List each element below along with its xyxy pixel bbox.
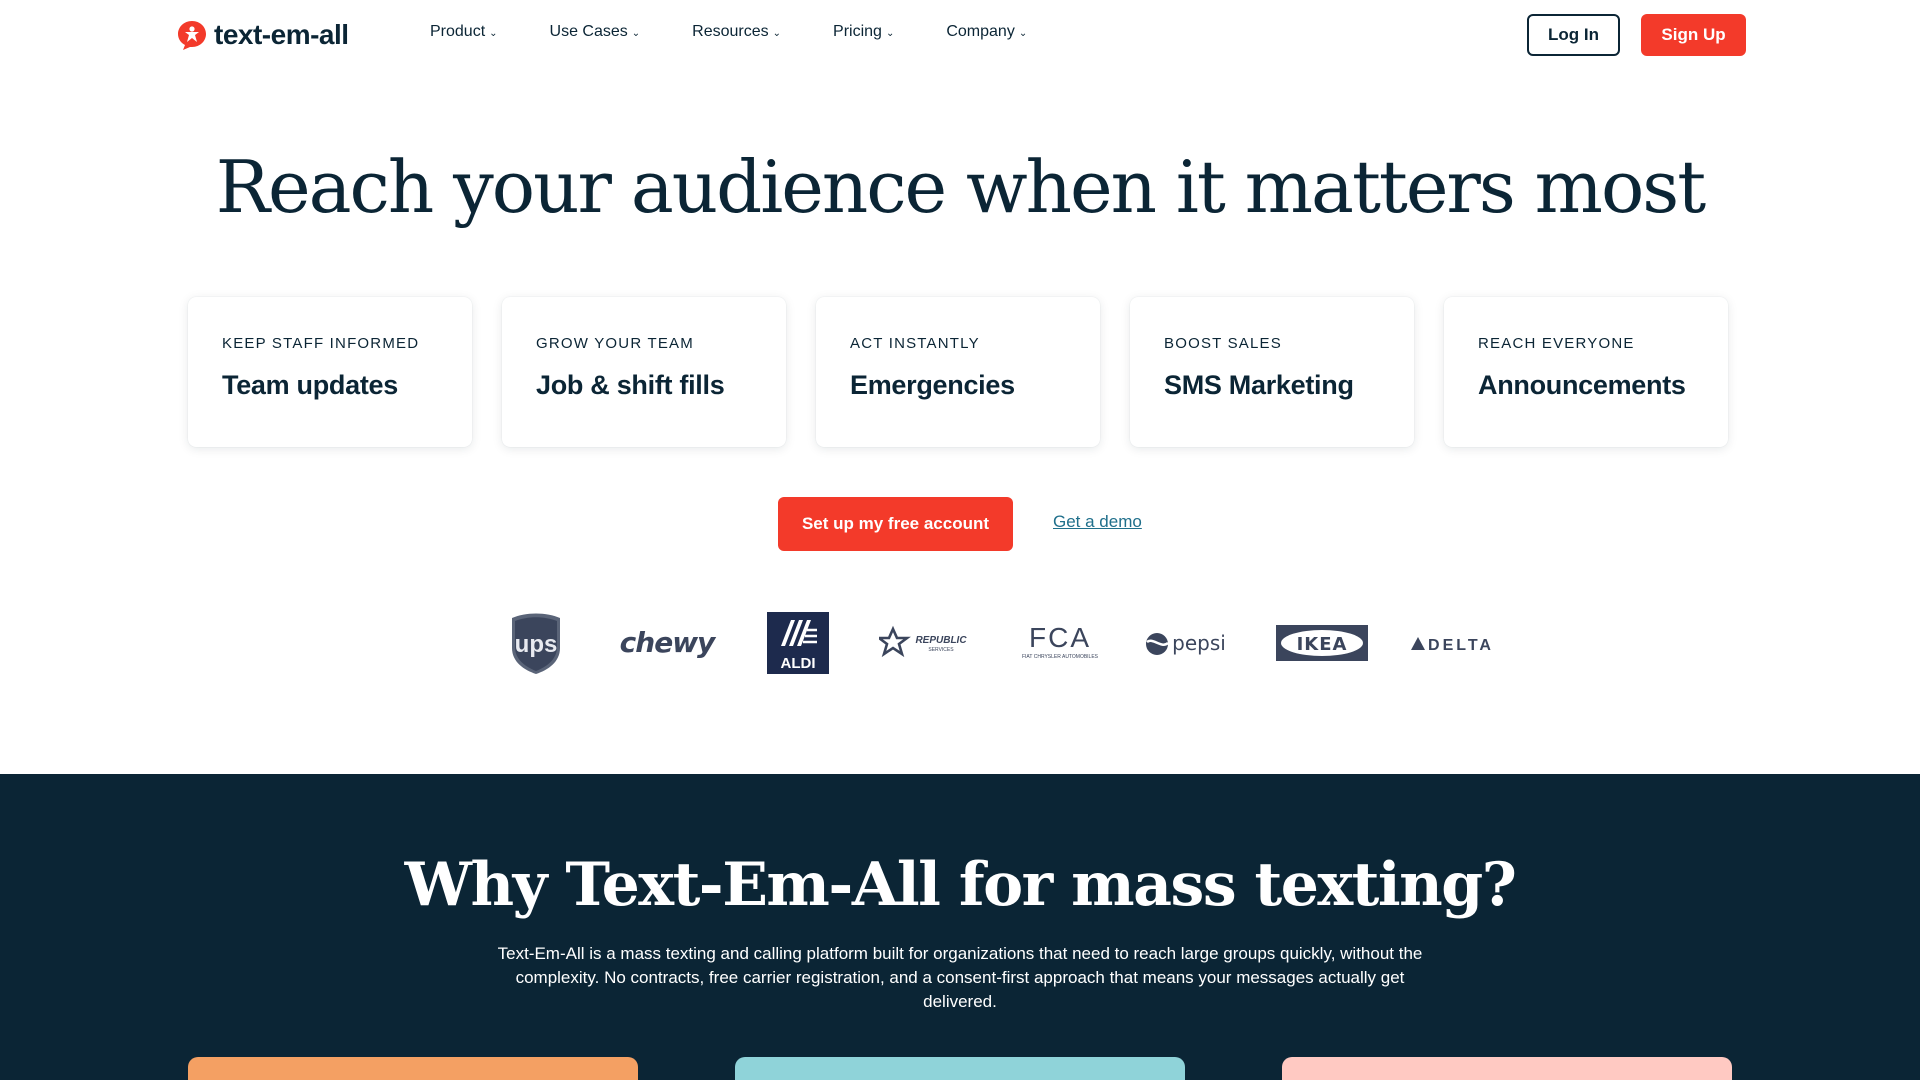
nav-company[interactable]: Company ⌄: [946, 23, 1027, 41]
card-title: Job & shift fills: [536, 370, 725, 400]
nav-use-cases[interactable]: Use Cases ⌄: [550, 23, 641, 41]
chewy-logo: chewy: [601, 608, 732, 678]
site-header: text-em-all Product ⌄ Use Cases ⌄ Resour…: [0, 0, 1920, 70]
use-case-cards: KEEP STAFF INFORMED Team updates GROW YO…: [188, 297, 1728, 447]
why-body: Text-Em-All is a mass texting and callin…: [497, 944, 1423, 1011]
feature-card-teal: [735, 1057, 1185, 1080]
chevron-down-icon: ⌄: [772, 27, 782, 39]
delta-logo: DELTA: [1387, 608, 1518, 678]
signup-button[interactable]: Sign Up: [1641, 14, 1746, 56]
svg-text:DELTA: DELTA: [1428, 637, 1494, 654]
nav-product-label: Product: [430, 23, 486, 40]
nav-resources-label: Resources: [692, 23, 769, 40]
republic-services-logo: REPUBLIC SERVICES: [863, 608, 994, 678]
text-em-all-logo[interactable]: text-em-all: [176, 18, 349, 52]
hero-title: Reach your audience when it matters most: [215, 145, 1706, 229]
customer-logos: ups chewy ALDI REPUBLIC SERVICES FCA FIA…: [470, 608, 1518, 678]
card-job-shift-fills[interactable]: GROW YOUR TEAM Job & shift fills: [502, 297, 786, 447]
svg-text:IKEA: IKEA: [1296, 634, 1347, 655]
feature-card-pink: [1282, 1057, 1732, 1080]
card-emergencies[interactable]: ACT INSTANTLY Emergencies: [816, 297, 1100, 447]
svg-text:FIAT CHRYSLER AUTOMOBILES: FIAT CHRYSLER AUTOMOBILES: [1021, 654, 1098, 660]
chevron-down-icon: ⌄: [489, 27, 498, 39]
card-announcements[interactable]: REACH EVERYONE Announcements: [1444, 297, 1728, 447]
free-account-button[interactable]: Set up my free account: [778, 497, 1013, 551]
get-demo-link[interactable]: Get a demo: [1053, 512, 1142, 532]
main-nav: Product ⌄ Use Cases ⌄ Resources ⌄ Pricin…: [430, 23, 1079, 41]
why-section: [0, 774, 1920, 1080]
fca-logo: FCA FIAT CHRYSLER AUTOMOBILES: [994, 608, 1125, 678]
feature-card-orange: [188, 1057, 638, 1080]
chevron-down-icon: ⌄: [1018, 27, 1028, 39]
card-team-updates[interactable]: KEEP STAFF INFORMED Team updates: [188, 297, 472, 447]
nav-company-label: Company: [946, 23, 1015, 40]
nav-use-cases-label: Use Cases: [549, 23, 628, 40]
chevron-down-icon: ⌄: [885, 27, 895, 39]
card-title: SMS Marketing: [1164, 370, 1354, 400]
nav-pricing[interactable]: Pricing ⌄: [833, 23, 894, 41]
aldi-logo: ALDI: [732, 608, 863, 678]
logo-mark-icon: [178, 21, 206, 50]
card-title: Team updates: [222, 370, 398, 400]
login-button[interactable]: Log In: [1527, 14, 1620, 56]
svg-text:ALDI: ALDI: [780, 655, 815, 672]
svg-text:FCA: FCA: [1029, 623, 1091, 653]
card-kicker: BOOST SALES: [1164, 335, 1282, 352]
svg-text:REPUBLIC: REPUBLIC: [915, 635, 967, 646]
card-kicker: KEEP STAFF INFORMED: [222, 335, 420, 352]
pepsi-logo: pepsi: [1125, 608, 1256, 678]
card-kicker: ACT INSTANTLY: [850, 335, 980, 352]
card-title: Announcements: [1478, 370, 1686, 400]
nav-resources[interactable]: Resources ⌄: [692, 23, 781, 41]
logo-text: text-em-all: [214, 19, 349, 50]
nav-product[interactable]: Product ⌄: [430, 23, 498, 41]
card-sms-marketing[interactable]: BOOST SALES SMS Marketing: [1130, 297, 1414, 447]
why-title: Why Text-Em-All for mass texting?: [404, 850, 1517, 920]
card-title: Emergencies: [850, 370, 1015, 400]
svg-text:chewy: chewy: [619, 626, 716, 659]
card-kicker: GROW YOUR TEAM: [536, 335, 694, 352]
chevron-down-icon: ⌄: [631, 27, 641, 39]
nav-pricing-label: Pricing: [833, 23, 882, 40]
ikea-logo: IKEA: [1256, 608, 1387, 678]
svg-text:pepsi: pepsi: [1172, 631, 1226, 655]
card-kicker: REACH EVERYONE: [1478, 335, 1635, 352]
svg-text:SERVICES: SERVICES: [928, 647, 954, 653]
ups-logo: ups: [470, 608, 601, 678]
svg-text:ups: ups: [514, 631, 557, 658]
